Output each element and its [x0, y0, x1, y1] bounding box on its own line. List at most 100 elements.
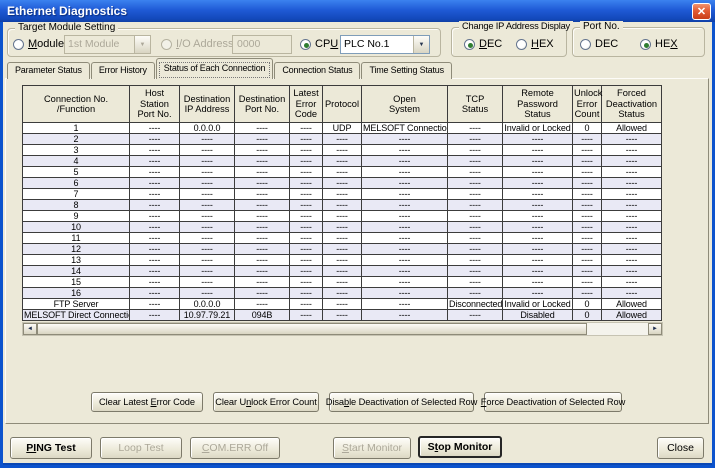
table-row[interactable]: 12--------------------------------------…: [23, 244, 662, 255]
cell[interactable]: ----: [323, 310, 362, 321]
cell[interactable]: ----: [323, 200, 362, 211]
scrollbar-track[interactable]: [587, 323, 648, 335]
cell[interactable]: ----: [503, 156, 573, 167]
table-row[interactable]: 16--------------------------------------…: [23, 288, 662, 299]
cell[interactable]: ----: [602, 211, 662, 222]
cell[interactable]: ----: [503, 134, 573, 145]
cell[interactable]: ----: [130, 134, 180, 145]
row-label[interactable]: 15: [23, 277, 130, 288]
cell[interactable]: ----: [602, 255, 662, 266]
scrollbar-thumb[interactable]: [37, 323, 587, 335]
cell[interactable]: ----: [362, 233, 448, 244]
io-address-radio[interactable]: I/O Address: [161, 38, 233, 50]
cell[interactable]: ----: [130, 178, 180, 189]
cell[interactable]: ----: [362, 211, 448, 222]
cell[interactable]: 10.97.79.21: [180, 310, 235, 321]
radio-circle-icon[interactable]: [161, 39, 172, 50]
cell[interactable]: ----: [573, 189, 602, 200]
cell[interactable]: ----: [130, 189, 180, 200]
row-label[interactable]: 8: [23, 200, 130, 211]
cell[interactable]: ----: [323, 145, 362, 156]
table-row[interactable]: 10--------------------------------------…: [23, 222, 662, 233]
cell[interactable]: ----: [290, 123, 323, 134]
cell[interactable]: ----: [130, 288, 180, 299]
cell[interactable]: ----: [573, 244, 602, 255]
cell[interactable]: ----: [290, 244, 323, 255]
row-label[interactable]: 4: [23, 156, 130, 167]
cell[interactable]: ----: [448, 123, 503, 134]
cell[interactable]: ----: [130, 266, 180, 277]
cell[interactable]: ----: [130, 299, 180, 310]
cell[interactable]: ----: [180, 156, 235, 167]
table-row[interactable]: FTP Server----0.0.0.0----------------Dis…: [23, 299, 662, 310]
table-row[interactable]: 4---------------------------------------…: [23, 156, 662, 167]
cell[interactable]: ----: [235, 233, 290, 244]
table-row[interactable]: 9---------------------------------------…: [23, 211, 662, 222]
cell[interactable]: ----: [362, 244, 448, 255]
tab-error-history[interactable]: Error History: [91, 62, 155, 79]
row-label[interactable]: 7: [23, 189, 130, 200]
cell[interactable]: ----: [573, 200, 602, 211]
cell[interactable]: ----: [180, 288, 235, 299]
cell[interactable]: ----: [235, 288, 290, 299]
cell[interactable]: Allowed: [602, 299, 662, 310]
disable-deactivation-button[interactable]: Disable Deactivation of Selected Row: [329, 392, 474, 412]
radio-selected-icon[interactable]: [640, 39, 651, 50]
cell[interactable]: 0.0.0.0: [180, 299, 235, 310]
cell[interactable]: ----: [323, 211, 362, 222]
cell[interactable]: ----: [573, 277, 602, 288]
radio-circle-icon[interactable]: [580, 39, 591, 50]
cell[interactable]: ----: [290, 189, 323, 200]
radio-circle-icon[interactable]: [13, 39, 24, 50]
cell[interactable]: ----: [323, 244, 362, 255]
cell[interactable]: ----: [362, 145, 448, 156]
cell[interactable]: ----: [503, 233, 573, 244]
cell[interactable]: ----: [180, 145, 235, 156]
cell[interactable]: ----: [602, 178, 662, 189]
row-label[interactable]: 12: [23, 244, 130, 255]
cell[interactable]: ----: [448, 145, 503, 156]
ping-test-button[interactable]: PING Test: [10, 437, 92, 459]
cell[interactable]: ----: [290, 288, 323, 299]
table-row[interactable]: 5---------------------------------------…: [23, 167, 662, 178]
cell[interactable]: ----: [602, 145, 662, 156]
cell[interactable]: ----: [130, 156, 180, 167]
cell[interactable]: ----: [130, 233, 180, 244]
row-label[interactable]: 6: [23, 178, 130, 189]
title-bar[interactable]: Ethernet Diagnostics ✕: [0, 0, 715, 22]
row-label[interactable]: 14: [23, 266, 130, 277]
cell[interactable]: ----: [602, 233, 662, 244]
horizontal-scrollbar[interactable]: ◄ ►: [22, 322, 663, 336]
cell[interactable]: ----: [235, 299, 290, 310]
table-row[interactable]: 13--------------------------------------…: [23, 255, 662, 266]
clear-unlock-error-count-button[interactable]: Clear Unlock Error Count: [213, 392, 319, 412]
cell[interactable]: ----: [290, 222, 323, 233]
cell[interactable]: ----: [448, 211, 503, 222]
cell[interactable]: ----: [235, 156, 290, 167]
cell[interactable]: ----: [448, 134, 503, 145]
cell[interactable]: ----: [503, 222, 573, 233]
cell[interactable]: ----: [290, 156, 323, 167]
module-select[interactable]: 1st Module ▼: [64, 35, 151, 54]
cell[interactable]: ----: [503, 244, 573, 255]
scroll-right-icon[interactable]: ►: [648, 323, 662, 335]
cell[interactable]: ----: [448, 189, 503, 200]
cell[interactable]: ----: [290, 211, 323, 222]
table-row[interactable]: 2---------------------------------------…: [23, 134, 662, 145]
ip-hex-radio[interactable]: HEX: [516, 38, 554, 50]
cell[interactable]: ----: [602, 288, 662, 299]
cell[interactable]: ----: [503, 288, 573, 299]
cell[interactable]: ----: [573, 255, 602, 266]
cell[interactable]: ----: [130, 145, 180, 156]
cell[interactable]: ----: [323, 255, 362, 266]
row-label[interactable]: 3: [23, 145, 130, 156]
cell[interactable]: ----: [323, 222, 362, 233]
cell[interactable]: ----: [290, 299, 323, 310]
tab-connection-status[interactable]: Connection Status: [274, 62, 360, 79]
port-hex-radio[interactable]: HEX: [640, 38, 678, 50]
cell[interactable]: ----: [503, 167, 573, 178]
table-row[interactable]: 8---------------------------------------…: [23, 200, 662, 211]
cell[interactable]: ----: [180, 200, 235, 211]
cell[interactable]: ----: [362, 277, 448, 288]
cell[interactable]: 0.0.0.0: [180, 123, 235, 134]
